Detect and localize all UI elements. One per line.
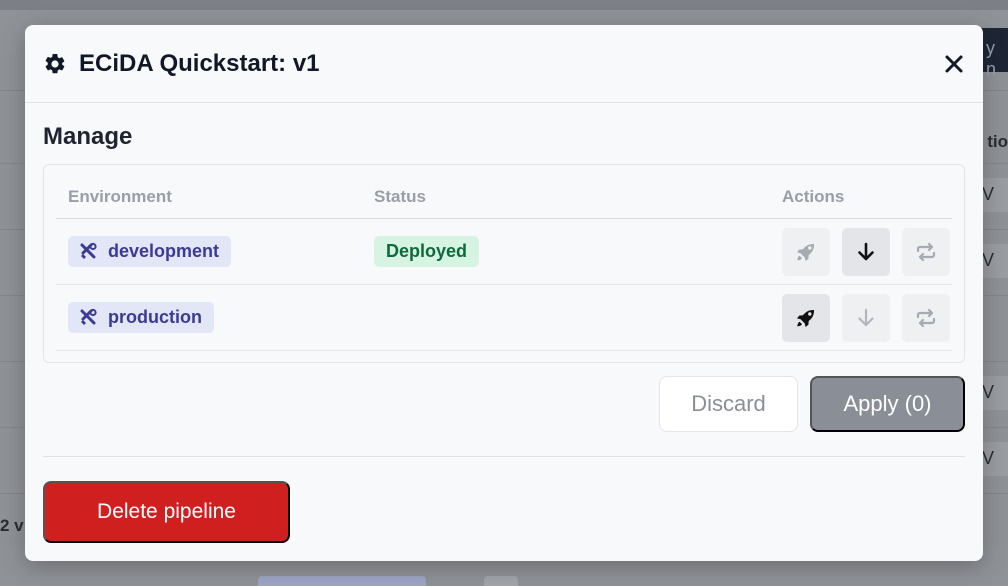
arrow-down-icon — [858, 242, 874, 261]
discard-button[interactable]: Discard — [659, 376, 798, 432]
background-row-text: 2 v — [0, 516, 24, 535]
delete-pipeline-button[interactable]: Delete pipeline — [43, 481, 290, 543]
arrow-down-icon — [858, 308, 874, 327]
modal-title: ECiDA Quickstart: v1 — [79, 49, 320, 77]
rocket-icon — [797, 309, 815, 327]
pull-button[interactable] — [842, 228, 890, 276]
environment-label: production — [108, 307, 202, 327]
repeat-icon — [916, 308, 936, 328]
table-row: development Deployed — [56, 219, 952, 285]
rocket-icon — [797, 243, 815, 261]
status-badge: Deployed — [374, 236, 480, 267]
divider — [43, 456, 965, 457]
redeploy-button[interactable] — [902, 228, 950, 276]
background-column-header: tio — [987, 132, 1008, 151]
tools-icon — [80, 308, 97, 325]
deploy-button[interactable] — [782, 228, 830, 276]
column-header-environment: Environment — [68, 187, 172, 206]
pipeline-modal: ECiDA Quickstart: v1 Manage Environment … — [25, 25, 983, 561]
background-topbar — [0, 0, 1008, 10]
apply-button[interactable]: Apply (0) — [810, 376, 965, 432]
modal-header: ECiDA Quickstart: v1 — [25, 25, 983, 103]
table-row: production — [56, 285, 952, 351]
section-title: Manage — [43, 123, 133, 150]
close-icon — [945, 55, 963, 73]
environment-chip: production — [68, 302, 214, 333]
background-chip — [258, 576, 426, 586]
environment-label: development — [108, 241, 220, 261]
deploy-button[interactable] — [782, 294, 830, 342]
redeploy-button[interactable] — [902, 294, 950, 342]
pull-button[interactable] — [842, 294, 890, 342]
table-header: Environment Status Actions — [56, 165, 952, 219]
gear-icon — [45, 53, 65, 73]
background-chip — [484, 576, 518, 586]
column-header-actions: Actions — [782, 187, 845, 206]
repeat-icon — [916, 242, 936, 262]
environments-table: Environment Status Actions development D… — [43, 164, 965, 363]
close-button[interactable] — [941, 51, 967, 77]
environment-chip: development — [68, 236, 232, 267]
tools-icon — [80, 242, 97, 259]
column-header-status: Status — [374, 187, 426, 206]
